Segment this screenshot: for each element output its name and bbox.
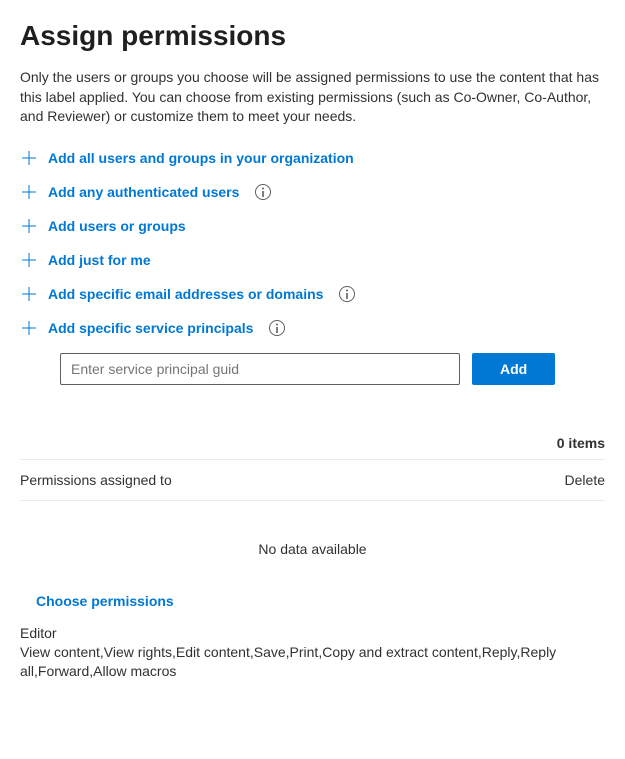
choose-permissions-link[interactable]: Choose permissions	[36, 593, 605, 609]
add-email-domains-option[interactable]: Add specific email addresses or domains	[20, 277, 605, 311]
service-principal-guid-input[interactable]	[60, 353, 460, 385]
table-empty-area: No data available	[20, 501, 605, 587]
add-option-label: Add specific email addresses or domains	[48, 286, 323, 302]
table-header: Permissions assigned to Delete	[20, 460, 605, 500]
no-data-message: No data available	[258, 541, 366, 557]
permission-role: Editor	[20, 625, 605, 641]
items-count: 0 items	[20, 435, 605, 451]
info-icon[interactable]	[339, 286, 355, 302]
add-just-for-me-option[interactable]: Add just for me	[20, 243, 605, 277]
info-icon[interactable]	[269, 320, 285, 336]
info-icon[interactable]	[255, 184, 271, 200]
plus-icon	[20, 149, 38, 167]
col-delete: Delete	[565, 472, 605, 488]
plus-icon	[20, 319, 38, 337]
plus-icon	[20, 285, 38, 303]
add-option-label: Add specific service principals	[48, 320, 253, 336]
permission-detail: View content,View rights,Edit content,Sa…	[20, 643, 605, 682]
add-option-label: Add all users and groups in your organiz…	[48, 150, 354, 166]
add-button[interactable]: Add	[472, 353, 555, 385]
add-users-groups-option[interactable]: Add users or groups	[20, 209, 605, 243]
plus-icon	[20, 217, 38, 235]
service-principal-input-row: Add	[60, 353, 605, 385]
add-option-label: Add users or groups	[48, 218, 186, 234]
add-service-principals-option[interactable]: Add specific service principals	[20, 311, 605, 345]
description-text: Only the users or groups you choose will…	[20, 68, 605, 127]
add-authenticated-option[interactable]: Add any authenticated users	[20, 175, 605, 209]
page-title: Assign permissions	[20, 20, 605, 52]
plus-icon	[20, 183, 38, 201]
add-option-label: Add any authenticated users	[48, 184, 239, 200]
add-all-users-option[interactable]: Add all users and groups in your organiz…	[20, 141, 605, 175]
col-permissions-assigned-to: Permissions assigned to	[20, 472, 172, 488]
add-option-label: Add just for me	[48, 252, 151, 268]
plus-icon	[20, 251, 38, 269]
add-options-list: Add all users and groups in your organiz…	[20, 141, 605, 345]
